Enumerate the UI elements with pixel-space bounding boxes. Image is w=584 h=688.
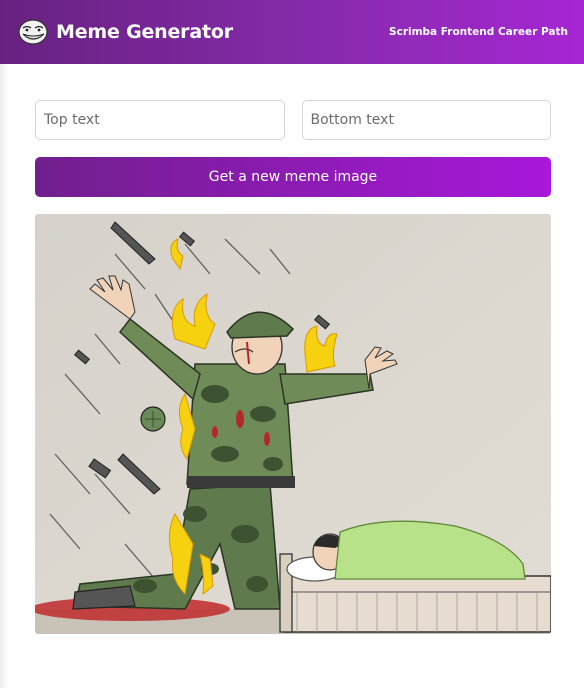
- troll-face-icon: [18, 19, 48, 45]
- main-content: Get a new meme image: [0, 64, 584, 634]
- get-meme-image-button[interactable]: Get a new meme image: [35, 157, 551, 197]
- app-header: Meme Generator Scrimba Frontend Career P…: [0, 0, 584, 64]
- course-title: Scrimba Frontend Career Path: [389, 26, 568, 38]
- meme-form: Get a new meme image: [35, 100, 551, 197]
- meme-illustration: [35, 214, 551, 634]
- meme-image: [35, 214, 551, 634]
- brand: Meme Generator: [18, 19, 233, 45]
- app-title: Meme Generator: [56, 21, 233, 43]
- top-text-input[interactable]: [35, 100, 285, 140]
- page-edge-shadow: [0, 64, 8, 688]
- bottom-text-input[interactable]: [301, 100, 551, 140]
